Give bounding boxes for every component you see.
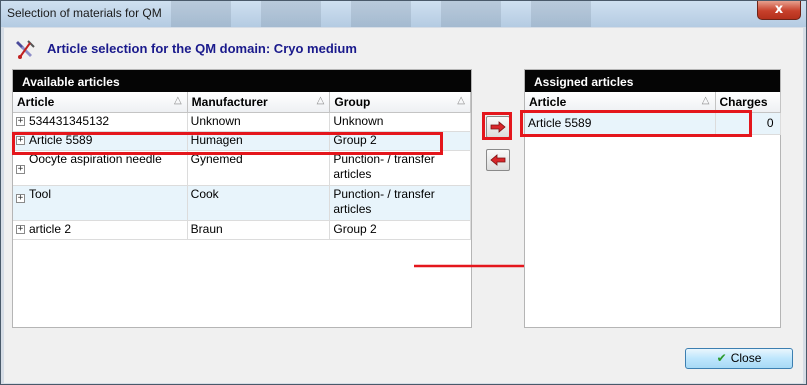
article-cell: + article 2	[13, 220, 188, 240]
assigned-articles-panel: Assigned articles Article △ Charges Artic…	[524, 69, 781, 328]
dialog-body: Article selection for the QM domain: Cry…	[4, 28, 803, 383]
expand-icon[interactable]: +	[16, 116, 25, 126]
window-title: Selection of materials for QM	[7, 6, 162, 20]
group-cell: Punction- / transfer articles	[329, 150, 471, 186]
expand-icon[interactable]: +	[16, 164, 25, 174]
column-header-charges[interactable]: Charges	[715, 92, 781, 113]
table-row[interactable]: + Tool Cook Punction- / transfer articles	[13, 185, 471, 221]
sort-icon: △	[701, 95, 710, 106]
page-title: Article selection for the QM domain: Cry…	[47, 41, 357, 56]
manufacturer-cell: Braun	[187, 220, 331, 240]
checkmark-icon: ✔	[716, 351, 727, 365]
qm-tools-icon	[14, 39, 36, 61]
available-articles-header: Available articles	[13, 70, 471, 92]
article-cell: +Oocyte aspiration needle	[13, 150, 188, 186]
available-articles-panel: Available articles Article △ Manufacturer…	[12, 69, 472, 328]
dialog-window: Selection of materials for QM x Article …	[0, 0, 807, 385]
remove-button[interactable]	[486, 149, 510, 171]
selection-highlight	[12, 132, 443, 155]
group-cell: Punction- / transfer articles	[329, 185, 471, 221]
table-row[interactable]: + article 2 Braun Group 2	[13, 220, 471, 240]
manufacturer-cell: Cook	[187, 185, 331, 221]
available-articles-table: Article △ Manufacturer △ Group △ +534431345…	[13, 92, 471, 240]
expand-icon[interactable]: +	[16, 193, 25, 203]
background-ghost	[171, 1, 601, 27]
sort-icon: △	[457, 95, 465, 106]
manufacturer-cell: Unknown	[187, 112, 331, 132]
column-header-article[interactable]: Article △	[525, 92, 716, 113]
assign-button-highlight	[482, 112, 512, 140]
assigned-articles-header: Assigned articles	[525, 70, 780, 92]
table-row[interactable]: +534431345132 Unknown Unknown	[13, 112, 471, 132]
arrow-left-icon	[490, 154, 506, 166]
article-cell: +534431345132	[13, 112, 188, 132]
title-bar[interactable]: Selection of materials for QM x	[1, 1, 806, 27]
group-cell: Unknown	[329, 112, 471, 132]
table-row[interactable]: +Oocyte aspiration needle Gynemed Puncti…	[13, 150, 471, 186]
sort-icon: △	[316, 95, 325, 106]
column-header-article[interactable]: Article △	[13, 92, 188, 113]
assigned-highlight	[520, 110, 752, 137]
article-cell: + Tool	[13, 185, 188, 221]
column-header-manufacturer[interactable]: Manufacturer △	[187, 92, 331, 113]
expand-icon[interactable]: +	[16, 224, 25, 234]
window-close-icon[interactable]: x	[757, 1, 801, 20]
manufacturer-cell: Gynemed	[187, 150, 331, 186]
sort-icon: △	[173, 95, 182, 106]
group-cell: Group 2	[329, 220, 471, 240]
close-button[interactable]: ✔ Close	[685, 348, 793, 369]
column-header-group[interactable]: Group △	[329, 92, 471, 113]
